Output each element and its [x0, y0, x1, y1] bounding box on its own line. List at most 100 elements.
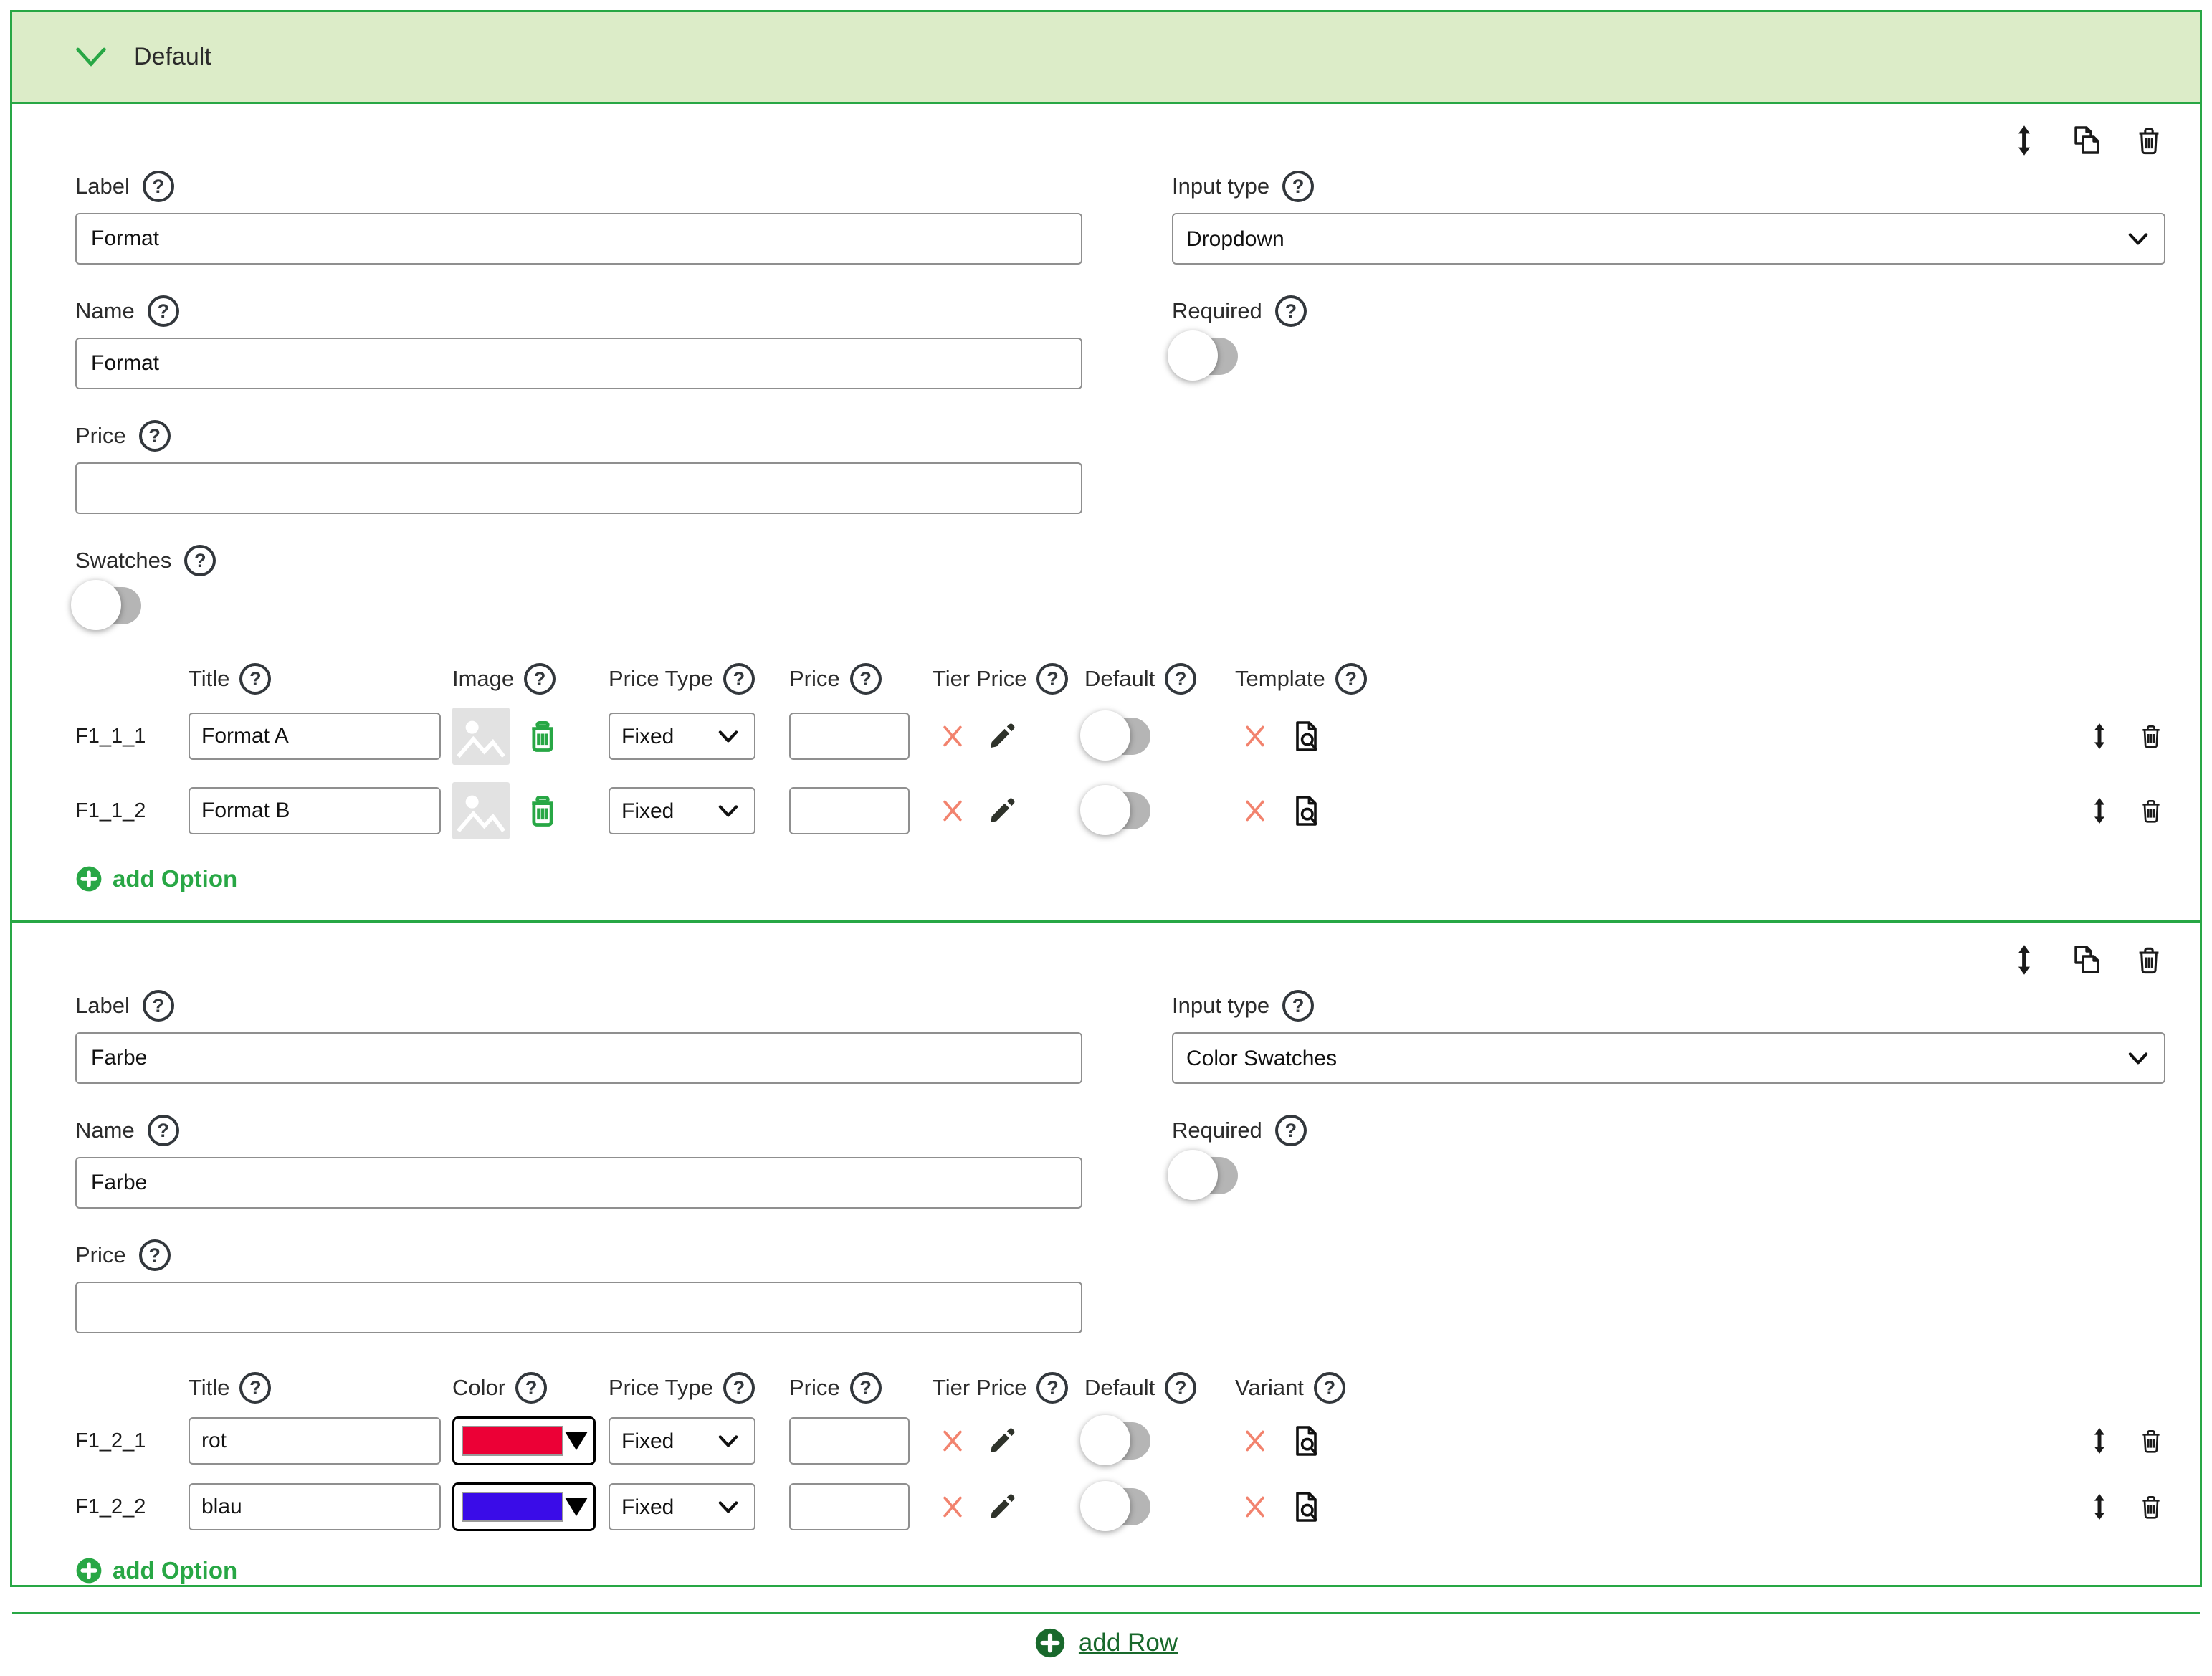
add-option-link[interactable]: add Option	[75, 865, 237, 892]
tier-price-remove-button[interactable]	[938, 1492, 967, 1521]
tier-price-remove-button[interactable]	[938, 796, 967, 825]
help-icon[interactable]: ?	[723, 1372, 755, 1404]
document-search-icon	[1289, 1490, 1324, 1524]
options-table-header: Title? Color? Price Type? Price? Tier Pr…	[75, 1372, 2165, 1404]
delete-option-button[interactable]	[2137, 796, 2165, 825]
price-type-select[interactable]: Fixed	[609, 1483, 755, 1530]
delete-option-button[interactable]	[2137, 1427, 2165, 1455]
option-title-input[interactable]	[189, 713, 441, 760]
option-price-input[interactable]	[789, 713, 910, 760]
tier-price-edit-button[interactable]	[987, 1492, 1017, 1522]
col-color: Color	[452, 1375, 505, 1401]
help-icon[interactable]: ?	[1282, 990, 1314, 1022]
duplicate-icon	[2069, 943, 2104, 977]
label-input[interactable]	[75, 1032, 1082, 1084]
swatches-field-group: Swatches ?	[75, 543, 1082, 624]
image-placeholder[interactable]	[452, 708, 510, 765]
help-icon[interactable]: ?	[1275, 1115, 1307, 1146]
variant-remove-button[interactable]	[1241, 1427, 1269, 1455]
help-icon[interactable]: ?	[239, 663, 271, 695]
help-icon[interactable]: ?	[1165, 663, 1196, 695]
document-search-icon	[1289, 719, 1324, 753]
delete-row-button[interactable]	[2132, 943, 2165, 976]
variant-select-button[interactable]	[1289, 1490, 1324, 1524]
color-picker[interactable]	[452, 1482, 596, 1531]
option-price-input[interactable]	[789, 1417, 910, 1465]
default-toggle[interactable]	[1084, 1422, 1150, 1460]
price-input[interactable]	[75, 1282, 1082, 1333]
help-icon[interactable]: ?	[139, 420, 171, 452]
tier-price-edit-button[interactable]	[987, 721, 1017, 751]
tier-price-remove-button[interactable]	[938, 1427, 967, 1455]
input-type-select[interactable]: Color Swatches	[1172, 1032, 2165, 1084]
default-toggle[interactable]	[1084, 792, 1150, 829]
tier-price-edit-button[interactable]	[987, 796, 1017, 826]
default-toggle[interactable]	[1084, 718, 1150, 755]
name-input[interactable]	[75, 1157, 1082, 1209]
template-select-button[interactable]	[1289, 719, 1324, 753]
help-icon[interactable]: ?	[143, 990, 174, 1022]
template-remove-button[interactable]	[1241, 796, 1269, 825]
tier-price-edit-button[interactable]	[987, 1426, 1017, 1456]
remove-image-button[interactable]	[524, 718, 561, 755]
delete-row-button[interactable]	[2132, 124, 2165, 157]
move-option-button[interactable]	[2085, 796, 2114, 825]
help-icon[interactable]: ?	[1282, 171, 1314, 202]
template-remove-button[interactable]	[1241, 722, 1269, 751]
help-icon[interactable]: ?	[1335, 663, 1367, 695]
move-option-button[interactable]	[2085, 1427, 2114, 1455]
price-type-select[interactable]: Fixed	[609, 1417, 755, 1465]
move-option-button[interactable]	[2085, 1492, 2114, 1521]
help-icon[interactable]: ?	[1275, 295, 1307, 327]
delete-option-button[interactable]	[2137, 722, 2165, 751]
required-toggle[interactable]	[1172, 338, 1238, 375]
price-type-select[interactable]: Fixed	[609, 787, 755, 834]
help-icon[interactable]: ?	[148, 295, 179, 327]
help-icon[interactable]: ?	[1314, 1372, 1345, 1404]
option-title-input[interactable]	[189, 1417, 441, 1465]
color-picker[interactable]	[452, 1416, 596, 1465]
help-icon[interactable]: ?	[1036, 1372, 1068, 1404]
delete-option-button[interactable]	[2137, 1492, 2165, 1521]
move-row-button[interactable]	[2008, 124, 2041, 157]
help-icon[interactable]: ?	[1165, 1372, 1196, 1404]
option-title-input[interactable]	[189, 787, 441, 834]
variant-remove-button[interactable]	[1241, 1492, 1269, 1521]
help-icon[interactable]: ?	[723, 663, 755, 695]
duplicate-row-button[interactable]	[2069, 943, 2104, 977]
image-placeholder[interactable]	[452, 782, 510, 839]
help-icon[interactable]: ?	[143, 171, 174, 202]
label-input[interactable]	[75, 213, 1082, 265]
help-icon[interactable]: ?	[1036, 663, 1068, 695]
help-icon[interactable]: ?	[524, 663, 556, 695]
help-icon[interactable]: ?	[184, 545, 216, 576]
help-icon[interactable]: ?	[148, 1115, 179, 1146]
option-price-input[interactable]	[789, 787, 910, 834]
duplicate-row-button[interactable]	[2069, 123, 2104, 158]
price-input[interactable]	[75, 462, 1082, 514]
template-select-button[interactable]	[1289, 794, 1324, 828]
accordion-header-default[interactable]: Default	[12, 12, 2200, 104]
variant-select-button[interactable]	[1289, 1424, 1324, 1458]
required-toggle[interactable]	[1172, 1157, 1238, 1194]
move-option-button[interactable]	[2085, 722, 2114, 751]
input-type-select[interactable]: Dropdown	[1172, 213, 2165, 265]
default-toggle[interactable]	[1084, 1488, 1150, 1525]
remove-image-button[interactable]	[524, 792, 561, 829]
add-row-link[interactable]: add Row	[1034, 1627, 1178, 1659]
price-field-group: Price ?	[75, 1237, 1082, 1333]
plus-circle-icon	[75, 865, 103, 892]
name-input[interactable]	[75, 338, 1082, 389]
help-icon[interactable]: ?	[515, 1372, 547, 1404]
price-type-select[interactable]: Fixed	[609, 713, 755, 760]
help-icon[interactable]: ?	[850, 663, 882, 695]
add-option-link[interactable]: add Option	[75, 1557, 237, 1584]
move-row-button[interactable]	[2008, 943, 2041, 976]
tier-price-remove-button[interactable]	[938, 722, 967, 751]
option-price-input[interactable]	[789, 1483, 910, 1530]
option-title-input[interactable]	[189, 1483, 441, 1530]
help-icon[interactable]: ?	[239, 1372, 271, 1404]
swatches-toggle[interactable]	[75, 587, 141, 624]
help-icon[interactable]: ?	[139, 1239, 171, 1271]
help-icon[interactable]: ?	[850, 1372, 882, 1404]
